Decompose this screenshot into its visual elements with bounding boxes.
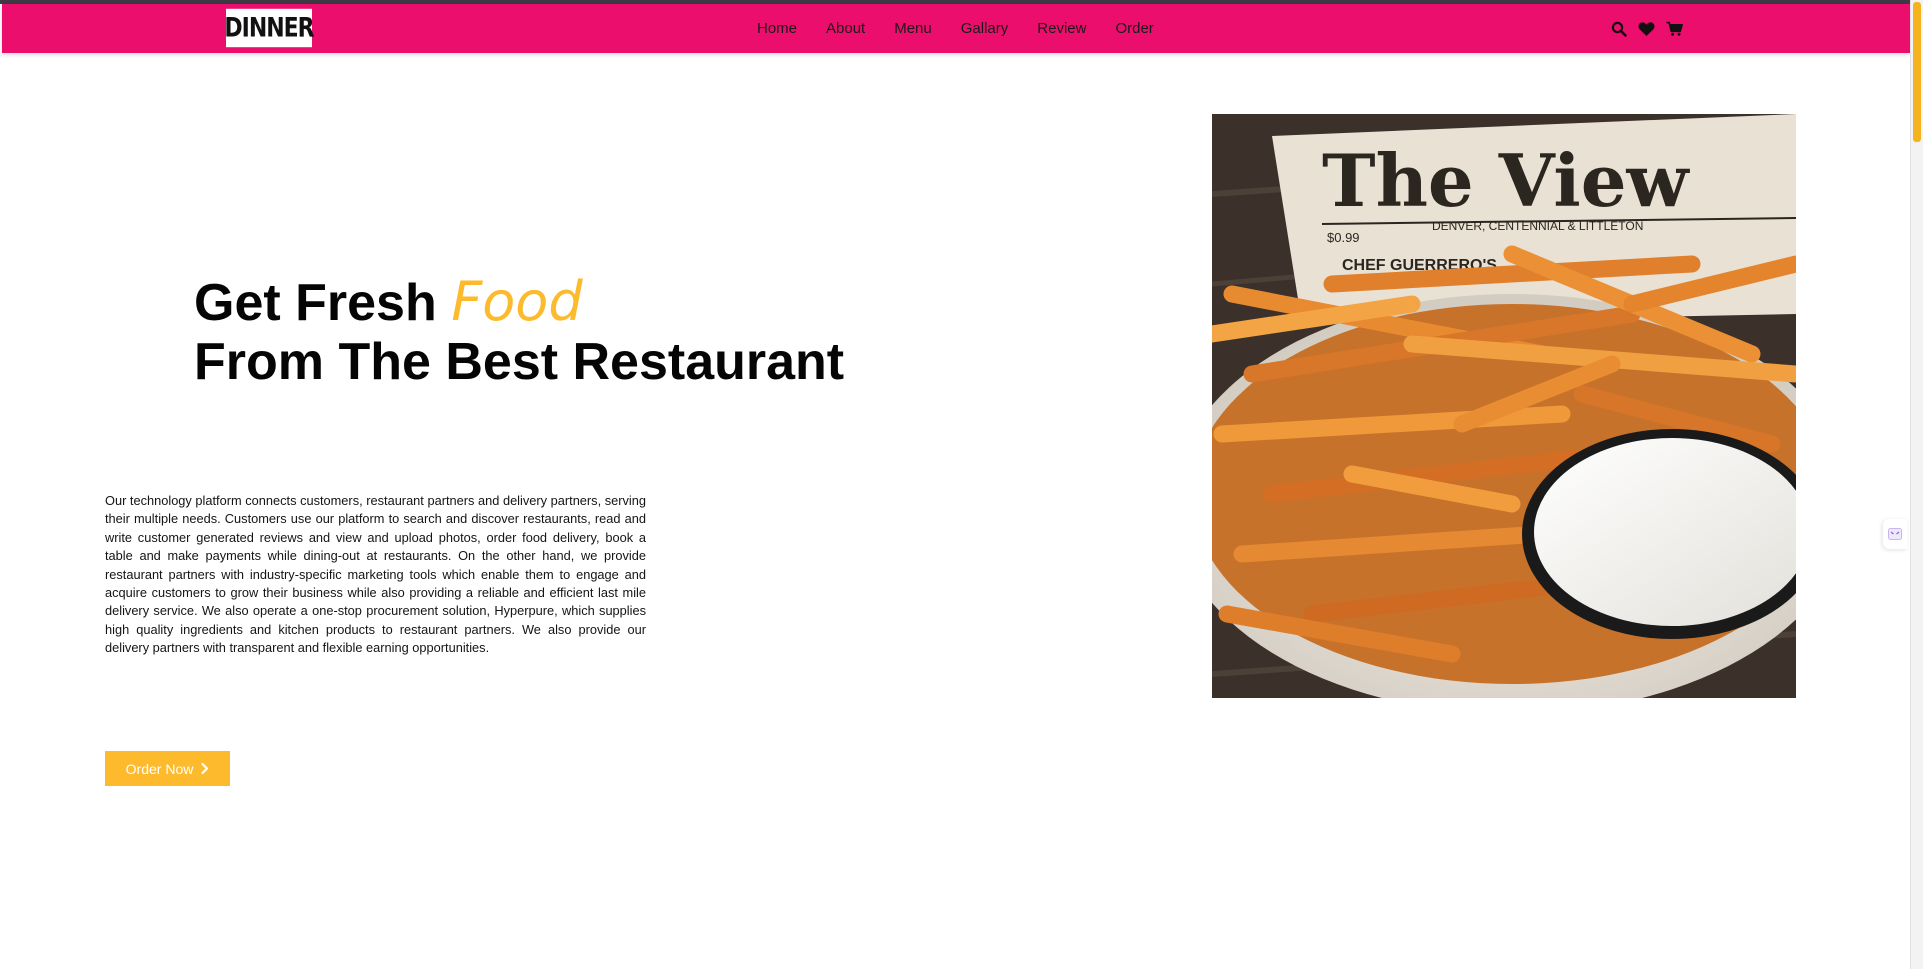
- newspaper-price: $0.99: [1327, 230, 1360, 245]
- nav-link-about[interactable]: About: [826, 20, 865, 37]
- newspaper-place: DENVER, CENTENNIAL & LITTLETON: [1432, 219, 1643, 233]
- newspaper-title: The View: [1322, 138, 1691, 223]
- scrollbar-thumb[interactable]: [1913, 2, 1921, 142]
- hero-title-accent: Food: [451, 270, 583, 333]
- logo[interactable]: DINNER: [224, 8, 315, 48]
- nav-link-menu[interactable]: Menu: [894, 20, 932, 37]
- page: DINNER Home About Menu Gallary Review Or…: [0, 0, 1923, 969]
- widget-icon: [1888, 528, 1902, 540]
- nav-link-order[interactable]: Order: [1115, 20, 1153, 37]
- order-now-label: Order Now: [125, 760, 194, 777]
- order-now-button[interactable]: Order Now: [105, 751, 230, 786]
- hero-title-prefix: Get Fresh: [194, 274, 437, 332]
- search-icon[interactable]: [1610, 20, 1627, 37]
- navbar: DINNER Home About Menu Gallary Review Or…: [2, 4, 1910, 53]
- hero-description: Our technology platform connects custome…: [105, 493, 646, 656]
- heart-icon[interactable]: [1638, 20, 1655, 37]
- hero-title-line2: From The Best Restaurant: [194, 333, 845, 391]
- nav-link-gallary[interactable]: Gallary: [961, 20, 1009, 37]
- chevron-right-icon: [201, 763, 209, 774]
- side-widget-button[interactable]: [1883, 519, 1907, 549]
- scrollbar[interactable]: [1910, 0, 1923, 969]
- cart-icon[interactable]: [1666, 20, 1683, 37]
- nav-links: Home About Menu Gallary Review Order: [757, 4, 1183, 53]
- nav-icons: [1610, 4, 1683, 53]
- nav-link-review[interactable]: Review: [1037, 20, 1086, 37]
- hero-image-fries: The View $0.99 DENVER, CENTENNIAL & LITT…: [1212, 114, 1796, 698]
- nav-link-home[interactable]: Home: [757, 20, 797, 37]
- hero-title: Get Fresh Food From The Best Restaurant: [194, 272, 844, 392]
